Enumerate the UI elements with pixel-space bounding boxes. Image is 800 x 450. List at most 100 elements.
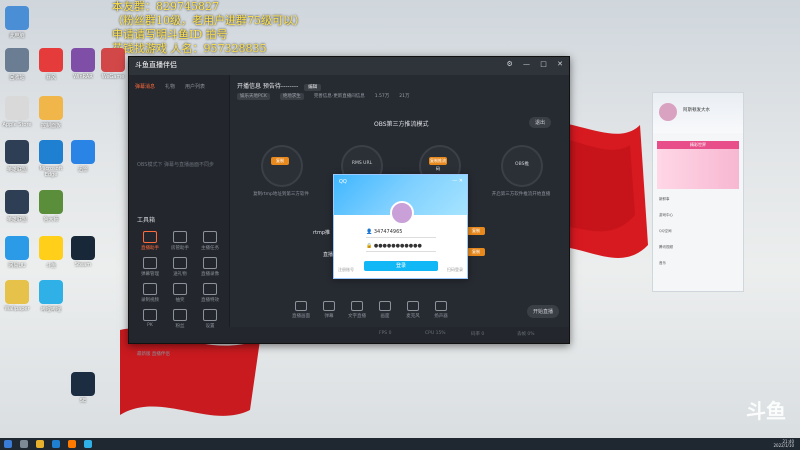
mode-title: OBS第三方推流模式 <box>374 121 429 128</box>
login-button[interactable]: 登录 <box>364 261 438 271</box>
copy-key-button[interactable]: 复制 <box>467 248 485 256</box>
desktop-icon[interactable]: 回收站 <box>0 48 34 81</box>
bottom-tool[interactable]: 扬声器 <box>429 301 453 319</box>
desktop-icon[interactable]: Wallpaper <box>0 280 34 312</box>
sidebar-tab[interactable]: 礼物 <box>165 84 175 90</box>
desktop-icon[interactable]: 控制面板 <box>34 96 68 129</box>
password-field[interactable]: 🔒 ●●●●●●●●●●● <box>366 241 436 252</box>
tool-icon <box>203 283 217 295</box>
qq-panel-row[interactable]: QQ空间 <box>659 229 672 234</box>
app-icon <box>39 190 63 214</box>
tool-item[interactable]: 直播特效 <box>195 283 225 303</box>
subhead-item[interactable]: 绝地求生 <box>279 93 304 100</box>
clock[interactable]: 21:40 2022/1/10 <box>773 440 794 448</box>
copy-rtmp-button[interactable]: 复制 <box>467 227 485 235</box>
desktop-icon-label: Microsoft Edge <box>39 166 63 178</box>
tool-item[interactable]: 直播录像 <box>195 257 225 277</box>
step-circle: OBS推 <box>501 145 543 187</box>
douyu-icon[interactable] <box>68 440 76 448</box>
close-icon[interactable]: — ✕ <box>452 178 463 184</box>
tool-item[interactable]: 主播任务 <box>195 231 225 251</box>
bottom-tool-label: 文字直播 <box>348 314 366 319</box>
bottom-tool[interactable]: 麦克风 <box>401 301 425 319</box>
tool-item[interactable]: PK <box>135 309 165 328</box>
tool-icon <box>203 257 217 269</box>
desktop-icon-label: 哔哩哔哩 <box>40 307 61 313</box>
qq-icon[interactable] <box>84 440 92 448</box>
bottom-tool[interactable]: 弹幕 <box>317 301 341 319</box>
tool-label: 送礼物 <box>173 272 187 277</box>
desktop-icon[interactable]: 鲁大师 <box>34 190 68 223</box>
bottom-tool[interactable]: 文字直播 <box>345 301 369 319</box>
subhead-item[interactable]: 完善信息·更新直播间信息 <box>314 94 365 99</box>
desktop-icon[interactable]: Steam <box>66 236 100 268</box>
step-button[interactable]: 复制 <box>271 157 289 165</box>
tool-item[interactable]: 抽奖 <box>165 283 195 303</box>
subhead-item[interactable]: 娱乐天地PCK <box>237 93 270 100</box>
bottom-tool-label: 直播画面 <box>292 314 310 319</box>
desktop-icon[interactable]: 迅雷 <box>66 140 100 173</box>
bottom-tool[interactable]: 直播画面 <box>289 301 313 319</box>
desktop-icon[interactable]: 网易UU <box>0 236 34 269</box>
app-icon <box>5 190 29 214</box>
stream-overlay-text: 本友群：829745827 （粉丝群10级，老用户进群75级可以） 申请请写明斗… <box>112 0 305 56</box>
desktop-icon[interactable]: WinRAR <box>66 48 100 80</box>
tool-label: 录制视频 <box>141 298 159 303</box>
bottom-tool-icon <box>435 301 447 311</box>
tool-item[interactable]: 房管助手 <box>165 231 195 251</box>
desktop-icon[interactable]: 斗鱼 <box>34 236 68 269</box>
tool-item[interactable]: 设置 <box>195 309 225 329</box>
qq-banner[interactable]: 精彩世界 <box>657 141 739 149</box>
start-icon[interactable] <box>4 440 12 448</box>
rtmp-label: rtmp推 <box>313 230 331 236</box>
bottom-tool[interactable]: 画面 <box>373 301 397 319</box>
qq-logo: QQ <box>339 179 347 185</box>
tool-item[interactable]: 粉丝 <box>165 309 195 329</box>
sidebar-tab[interactable]: 弹幕消息 <box>135 84 155 90</box>
qq-panel-row[interactable]: 新鲜事 <box>659 197 670 202</box>
maximize-icon[interactable]: □ <box>540 60 547 68</box>
sidebar-tab[interactable]: 用户列表 <box>185 84 205 90</box>
bottom-tool-label: 画面 <box>380 314 390 319</box>
status-item: 码率 0 <box>471 332 485 337</box>
step-button[interactable]: 复制推流码 <box>429 157 447 171</box>
tool-item[interactable]: 录制视频 <box>135 283 165 303</box>
edit-badge[interactable]: 编辑 <box>304 84 322 91</box>
tool-icon <box>143 283 157 295</box>
desktop-icon[interactable]: 此电脑 <box>0 6 34 39</box>
desktop-icon[interactable]: 英雄联盟 <box>0 190 34 223</box>
desktop-icon[interactable]: 哔哩哔哩 <box>34 280 68 313</box>
clock-date: 2022/1/10 <box>773 443 794 448</box>
minimize-icon[interactable]: — <box>523 60 530 68</box>
qq-banner-image[interactable] <box>657 149 739 189</box>
app-icon <box>5 236 29 260</box>
register-link[interactable]: 注册账号 <box>338 267 354 273</box>
settings-icon[interactable]: ⚙ <box>507 60 513 68</box>
douyu-watermark: 斗鱼 <box>746 399 786 423</box>
tool-item[interactable]: 弹幕管理 <box>135 257 165 277</box>
tool-item[interactable]: 送礼物 <box>165 257 195 277</box>
qq-panel-row[interactable]: 腾讯视频 <box>659 245 673 250</box>
close-icon[interactable]: ✕ <box>557 60 563 68</box>
qr-login-link[interactable]: 扫码登录 <box>447 267 463 273</box>
desktop-icon[interactable]: Apple Store <box>0 96 34 128</box>
exit-button[interactable]: 退出 <box>529 117 552 128</box>
qq-panel-row[interactable]: 游戏中心 <box>659 213 673 218</box>
desktop-icon[interactable]: WeGame <box>96 48 130 80</box>
folder-icon[interactable] <box>36 440 44 448</box>
desktop-icon[interactable]: 5E <box>66 372 100 404</box>
tool-item[interactable]: 直播助手 <box>135 231 165 251</box>
edge-icon[interactable] <box>52 440 60 448</box>
tool-label: 直播录像 <box>201 272 219 277</box>
account-field[interactable]: 👤 347474965 <box>366 227 436 238</box>
desktop-icon[interactable]: Microsoft Edge <box>34 140 68 178</box>
start-live-button[interactable]: 开始直播 <box>527 305 560 318</box>
search-icon[interactable] <box>20 440 28 448</box>
desktop-icon-label: Steam <box>74 262 92 268</box>
qq-panel-row[interactable]: 音乐 <box>659 261 666 266</box>
window-controls: ⚙ — □ ✕ <box>499 60 563 68</box>
desktop-icon[interactable]: 英雄联盟 <box>0 140 34 173</box>
window-titlebar: 斗鱼直播伴侣 ⚙ — □ ✕ <box>129 57 569 75</box>
desktop-icon[interactable]: 暴风 <box>34 48 68 81</box>
qq-login-dialog: QQ — ✕ 👤 347474965 🔒 ●●●●●●●●●●● 登录 注册账号… <box>333 174 468 279</box>
